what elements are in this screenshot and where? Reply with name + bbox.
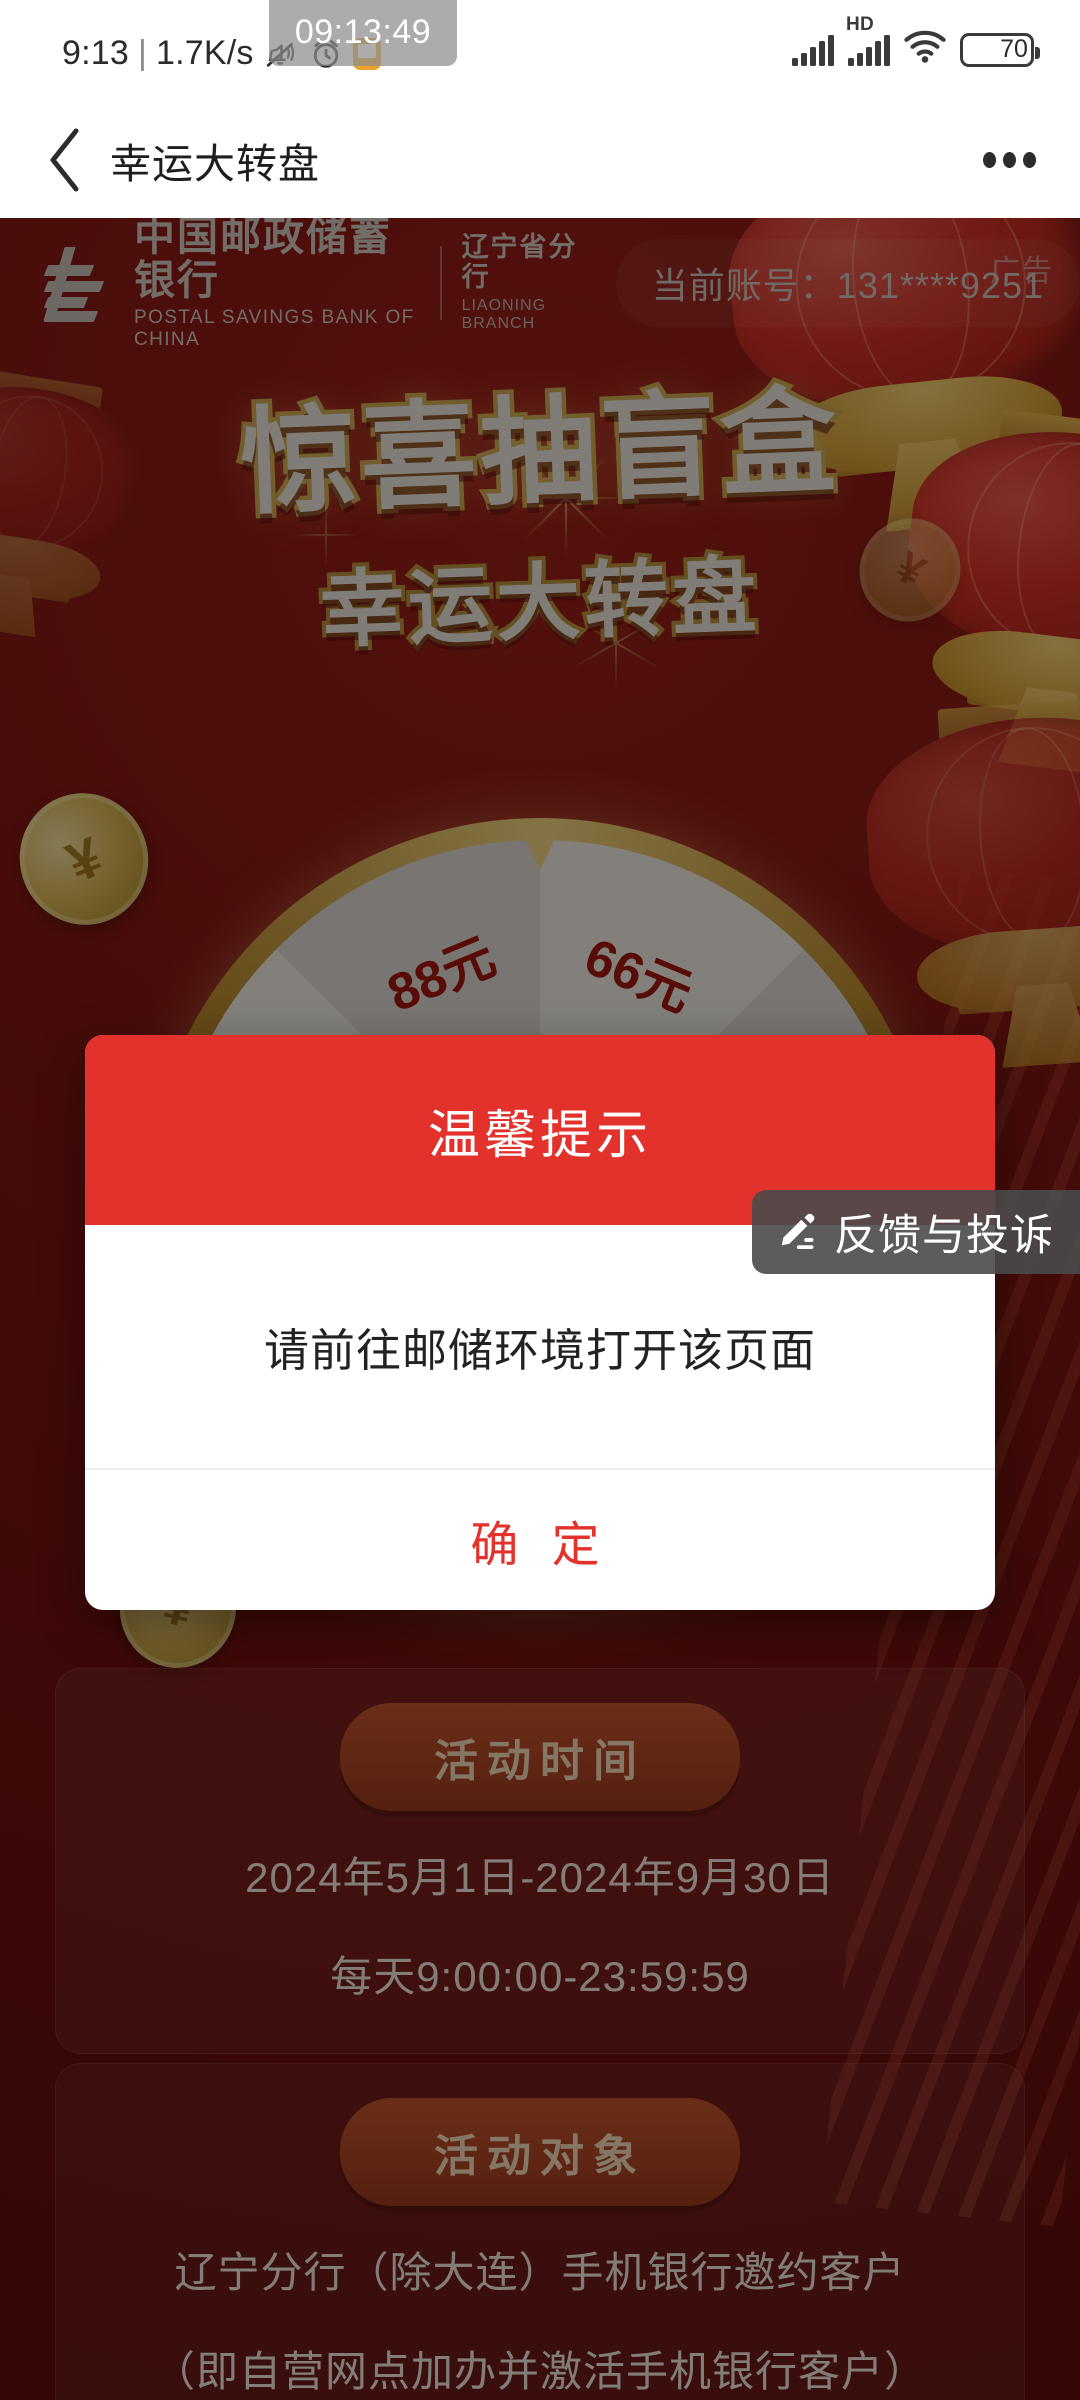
branch-name-cn: 辽宁省分行: [461, 231, 578, 292]
back-button[interactable]: [32, 126, 100, 194]
wheel-pointer-icon: [518, 824, 562, 870]
dialog-confirm-button[interactable]: 确 定: [85, 1470, 995, 1610]
branch-block: 辽宁省分行 LIAONING BRANCH: [461, 231, 594, 333]
recorder-time: 09:13:49: [294, 12, 432, 51]
battery-percent: 70: [1000, 35, 1028, 63]
card-line: （即自营网点加办并激活手机银行客户）: [152, 2348, 927, 2396]
status-bar-right: HD 70: [792, 14, 1040, 69]
gold-coin-icon: [0, 773, 169, 945]
dialog-title: 温馨提示: [427, 1106, 652, 1165]
tip-dialog: 温馨提示 请前往邮储环境打开该页面 确 定: [85, 1035, 995, 1610]
card-line: 每天9:00:00-23:59:59: [330, 1953, 750, 2001]
bank-header: 中国邮政储蓄银行 POSTAL SAVINGS BANK OF CHINA 辽宁…: [0, 218, 1080, 351]
battery-icon: 70: [960, 32, 1040, 67]
bank-name-en: POSTAL SAVINGS BANK OF CHINA: [134, 306, 415, 350]
hd-label: HD: [846, 13, 875, 35]
network-speed: 1.7K/s: [156, 34, 254, 72]
card-pill-title: 活动时间: [340, 1703, 740, 1811]
activity-time-card: 活动时间 2024年5月1日-2024年9月30日 每天9:00:00-23:5…: [55, 1668, 1025, 2055]
hero-title: 惊喜抽盲盒 幸运大转盘: [0, 358, 1080, 662]
psbc-logo-icon: [43, 245, 116, 322]
wheel-segment-label: 88元: [379, 927, 504, 1024]
hd-signal-group: HD: [846, 14, 890, 66]
more-horizontal-icon: [982, 152, 996, 168]
status-separator: |: [137, 34, 148, 72]
nav-bar: 幸运大转盘: [0, 100, 1080, 218]
wifi-icon: [904, 30, 946, 69]
hero-line-1: 惊喜抽盲盒: [234, 371, 848, 533]
pencil-icon: [774, 1210, 818, 1254]
card-line: 2024年5月1日-2024年9月30日: [245, 1854, 835, 1901]
activity-target-card: 活动对象 辽宁分行（除大连）手机银行邀约客户 （即自营网点加办并激活手机银行客户…: [55, 2063, 1025, 2400]
signal-strength-icon: [792, 34, 834, 66]
dialog-message: 请前往邮储环境打开该页面: [263, 1325, 816, 1376]
bank-name-block: 中国邮政储蓄银行 POSTAL SAVINGS BANK OF CHINA: [134, 218, 420, 351]
status-bar: 9:13 | 1.7K/s 09:13:49 HD 70: [0, 0, 1080, 100]
recorder-timestamp-overlay: 09:13:49: [269, 0, 457, 66]
bank-name-cn: 中国邮政储蓄银行: [134, 218, 392, 303]
wheel-segment-label: 66元: [576, 927, 701, 1024]
feedback-label: 反馈与投诉: [834, 1212, 1054, 1260]
signal-strength-icon-2: [848, 34, 890, 66]
more-options-button[interactable]: [974, 130, 1044, 190]
card-pill-title: 活动对象: [340, 2098, 740, 2206]
page-title: 幸运大转盘: [110, 141, 320, 187]
dialog-confirm-label: 确 定: [470, 1519, 610, 1572]
status-time: 9:13: [62, 34, 129, 72]
feedback-button[interactable]: 反馈与投诉: [752, 1190, 1080, 1274]
hero-line-2: 幸运大转盘: [315, 544, 766, 661]
chevron-left-icon: [45, 127, 87, 193]
divider: [439, 246, 442, 320]
screen-root: 中国邮政储蓄银行 POSTAL SAVINGS BANK OF CHINA 辽宁…: [0, 0, 1080, 2400]
card-line: 辽宁分行（除大连）手机银行邀约客户: [174, 2249, 906, 2296]
branch-name-en: LIAONING BRANCH: [461, 297, 547, 333]
ad-label: 广告: [990, 255, 1054, 288]
